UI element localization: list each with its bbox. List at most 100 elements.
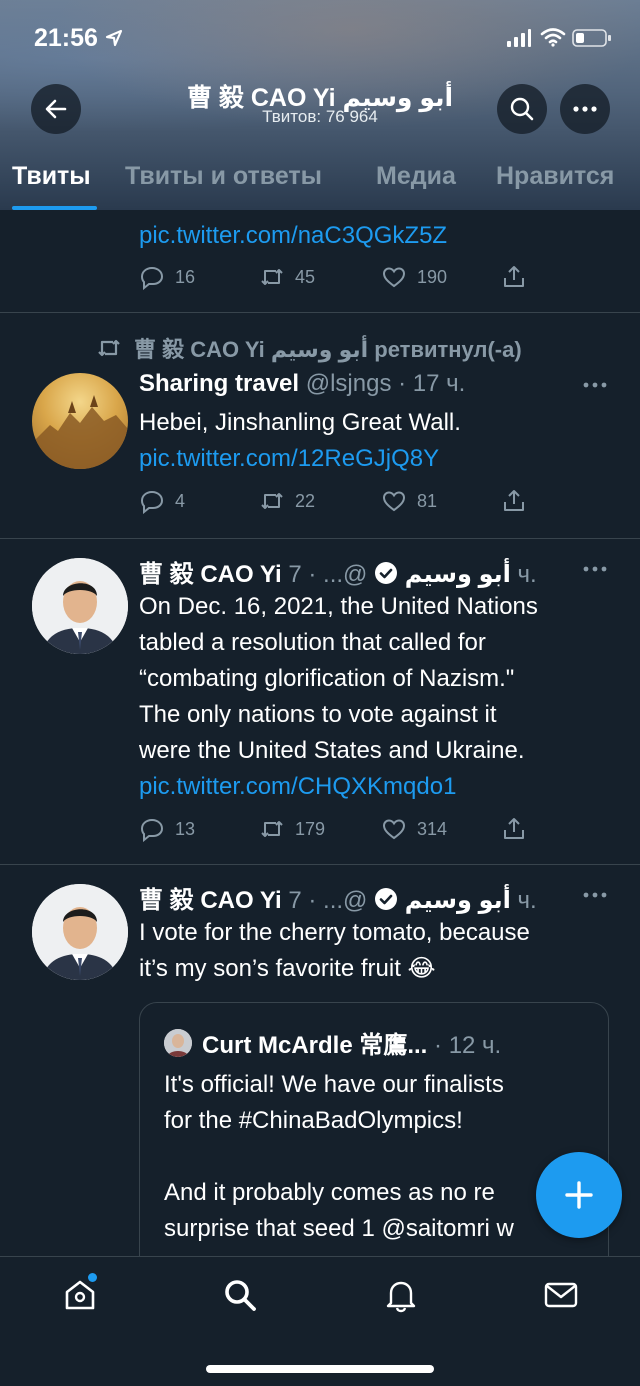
reply-count: 16 [175, 266, 196, 287]
tweet-text-line: “combating glorification of Nazism." [139, 665, 515, 692]
quote-avatar [164, 1029, 192, 1057]
retweet-button[interactable]: 22 [259, 488, 315, 514]
tweet-more-icon[interactable] [582, 380, 608, 390]
tweet-actions: 16 45 190 [139, 264, 539, 294]
like-count: 190 [417, 266, 448, 287]
retweet-context-text: 曹 毅 CAO Yi أبو وسيم ретвитнул(-а) [134, 337, 522, 362]
reply-button[interactable]: 13 [139, 816, 195, 842]
retweet-icon [261, 821, 283, 837]
divider [0, 864, 640, 865]
retweet-count: 45 [295, 266, 316, 287]
profile-header: 21:56 曹 毅 CAO Yi أبو وسيم Твитов: 76 964 [0, 0, 640, 210]
tweet-header: 曹 毅 CAO Yi أبو وسيم @... · 7 ч. [139, 880, 537, 915]
quoted-tweet[interactable]: Curt McArdle 常鷹... · 12 ч. It's official… [139, 1002, 609, 1256]
retweet-icon [261, 493, 283, 509]
quote-author: Curt McArdle 常鷹... [202, 1032, 428, 1059]
tab-media[interactable]: Медиа [376, 162, 456, 191]
reply-button[interactable]: 4 [139, 488, 185, 514]
plus-icon [565, 1181, 593, 1209]
battery-icon [572, 29, 611, 47]
retweet-icon [98, 339, 120, 357]
tweet-text-line: were the United States and Ukraine. [139, 737, 525, 764]
divider [0, 312, 640, 313]
quote-text-line: surprise that seed 1 @saitomri w [164, 1215, 514, 1242]
heart-icon [382, 819, 406, 840]
location-arrow-icon [105, 29, 123, 47]
like-button[interactable]: 314 [381, 816, 447, 842]
tweet-text-line: I vote for the cherry tomato, because [139, 919, 530, 946]
like-button[interactable]: 190 [381, 264, 447, 290]
retweet-button[interactable]: 45 [259, 264, 315, 290]
avatar[interactable] [32, 373, 128, 469]
home-icon [65, 1280, 95, 1310]
like-count: 81 [417, 490, 438, 511]
status-time: 21:56 [34, 24, 98, 52]
reply-icon [140, 490, 164, 514]
heart-icon [382, 491, 406, 512]
tweet-text-line: tabled a resolution that called for [139, 629, 486, 656]
nav-home[interactable] [62, 1277, 98, 1313]
divider [0, 538, 640, 539]
reply-count: 4 [175, 490, 186, 511]
quote-text: It's official! We have our finalists for… [164, 1067, 604, 1247]
quote-meta: · 12 ч. [434, 1032, 502, 1059]
tweet-more-icon[interactable] [582, 564, 608, 574]
quote-text-line: It's official! We have our finalists [164, 1071, 504, 1098]
retweet-count: 179 [295, 818, 326, 839]
share-button[interactable] [501, 264, 527, 290]
nav-search[interactable] [222, 1277, 258, 1313]
quote-text-line [164, 1139, 604, 1175]
reply-count: 13 [175, 818, 196, 839]
tweet-text: Hebei, Jinshanling Great Wall. [139, 409, 461, 436]
heart-icon [382, 267, 406, 288]
tweet-more-icon[interactable] [582, 890, 608, 900]
tab-tweets[interactable]: Твиты [12, 162, 91, 191]
verified-badge-icon [375, 562, 398, 584]
mail-icon [544, 1282, 578, 1308]
like-button[interactable]: 81 [381, 488, 437, 514]
status-bar: 21:56 [0, 22, 640, 56]
share-button[interactable] [501, 816, 527, 842]
more-options-button[interactable] [560, 84, 610, 134]
reply-icon [140, 818, 164, 842]
compose-tweet-button[interactable] [536, 1152, 622, 1238]
tab-tweets-and-replies[interactable]: Твиты и ответы [125, 162, 322, 191]
more-horizontal-icon [573, 106, 597, 112]
avatar[interactable] [32, 558, 128, 654]
retweet-context: 曹 毅 CAO Yi أبو وسيم ретвитнул(-а) [94, 332, 522, 364]
search-icon [510, 97, 534, 121]
tweet-text-line: On Dec. 16, 2021, the United Nations [139, 593, 538, 620]
quote-text-line: for the #ChinaBadOlympics! [164, 1107, 463, 1134]
nav-notifications[interactable] [383, 1277, 419, 1313]
search-icon [225, 1280, 256, 1311]
search-button[interactable] [497, 84, 547, 134]
avatar[interactable] [32, 884, 128, 980]
reply-button[interactable]: 16 [139, 264, 195, 290]
nav-messages[interactable] [543, 1277, 579, 1313]
verified-badge-icon [375, 888, 398, 910]
notification-dot [88, 1273, 97, 1282]
tweet-feed[interactable]: pic.twitter.com/naC3QGkZ5Z 16 45 190 曹 毅… [0, 210, 640, 1256]
wifi-icon [540, 28, 566, 47]
tweet-link[interactable]: pic.twitter.com/12ReGJjQ8Y [139, 445, 439, 472]
home-indicator [206, 1365, 434, 1373]
tab-likes[interactable]: Нравится [496, 162, 614, 191]
share-icon [504, 818, 524, 839]
share-icon [504, 266, 524, 287]
tweet-text-line: The only nations to vote against it [139, 701, 497, 728]
author-name[interactable]: Sharing travel [139, 370, 299, 397]
tweet-link[interactable]: pic.twitter.com/naC3QGkZ5Z [139, 222, 447, 249]
retweet-button[interactable]: 179 [259, 816, 325, 842]
tweet-text-line: it’s my son’s favorite fruit 😂 [139, 955, 436, 982]
bell-icon [386, 1281, 416, 1313]
tweet-actions: 13 179 314 [139, 816, 539, 846]
like-count: 314 [417, 818, 448, 839]
author-meta: @lsjngs · 17 ч. [305, 370, 466, 397]
tweet-link[interactable]: pic.twitter.com/CHQXKmqdo1 [139, 773, 456, 800]
retweet-count: 22 [295, 490, 316, 511]
tweet-header: Sharing travel @lsjngs · 17 ч. [139, 370, 465, 398]
cellular-signal-icon [507, 29, 531, 47]
profile-photo [32, 558, 128, 654]
share-button[interactable] [501, 488, 527, 514]
bottom-navigation [0, 1256, 640, 1386]
